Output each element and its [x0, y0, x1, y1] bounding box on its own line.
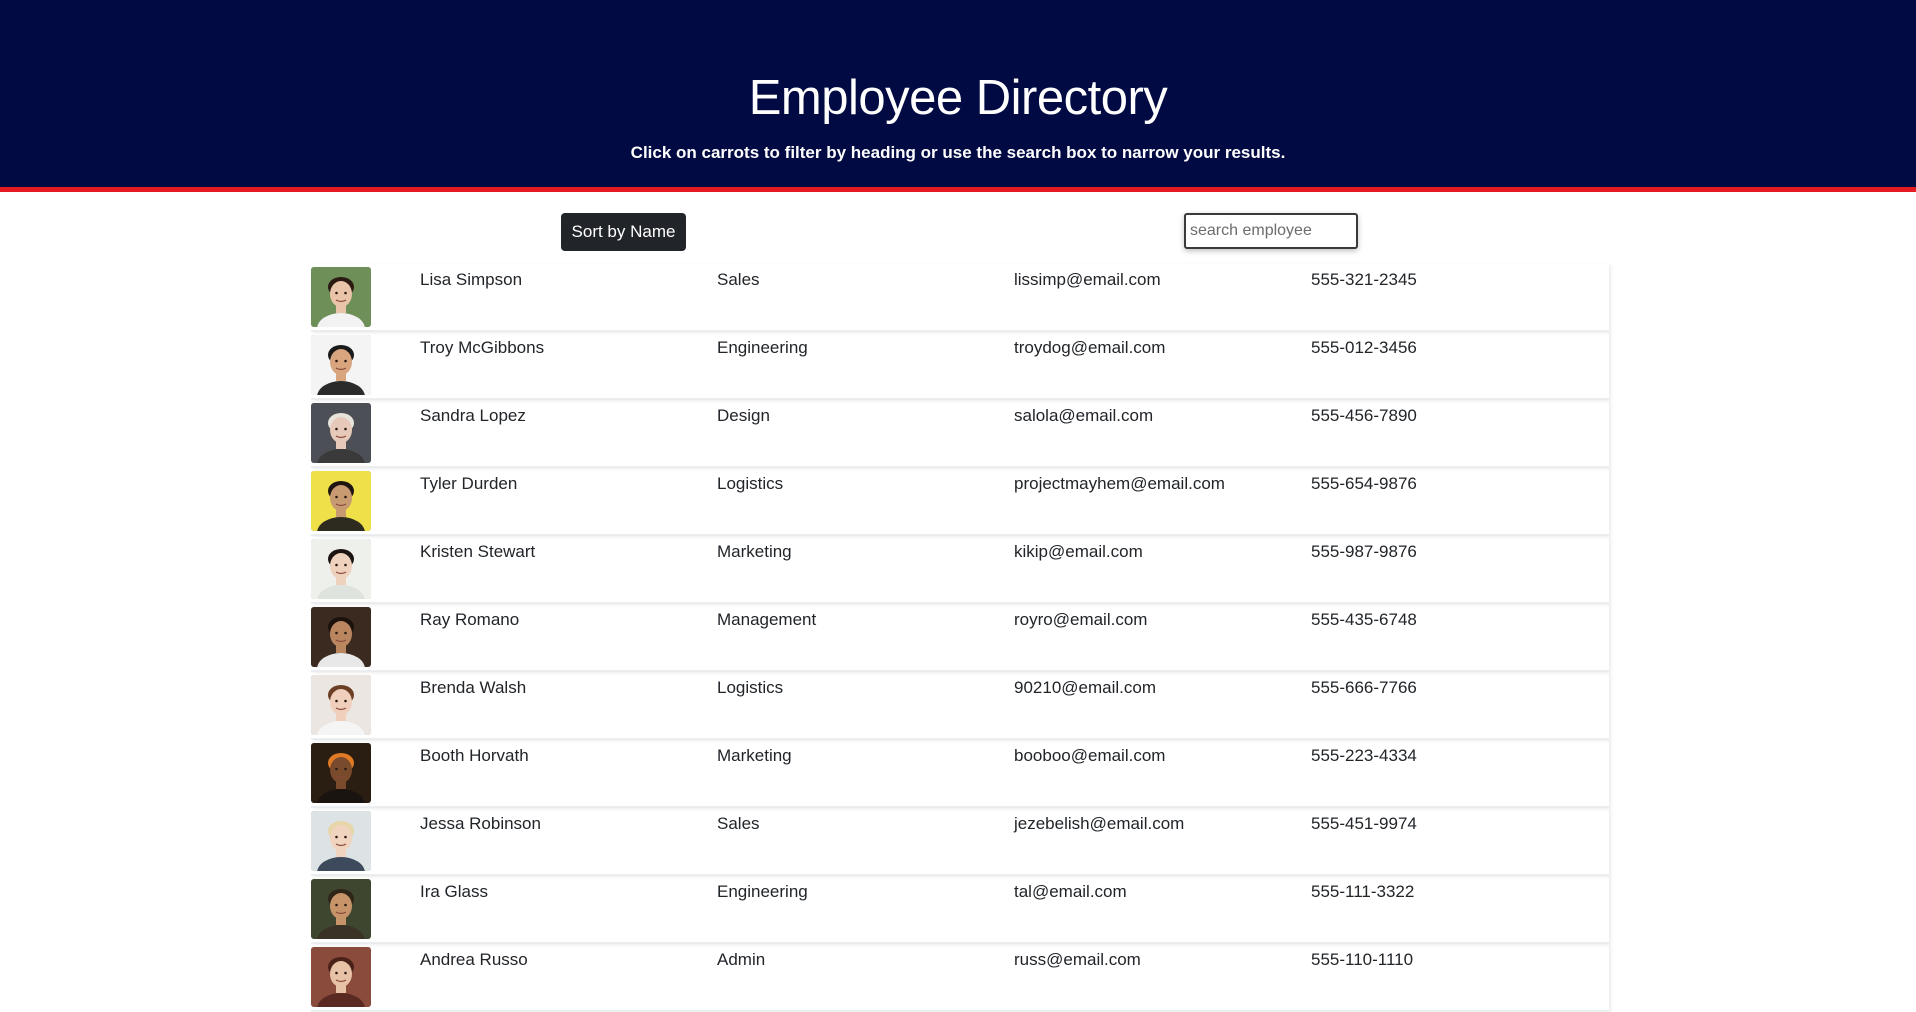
employee-phone: 555-987-9876	[1311, 542, 1417, 561]
employee-avatar	[311, 743, 371, 803]
employee-name: Tyler Durden	[420, 474, 518, 493]
employee-name: Ira Glass	[420, 882, 489, 901]
employee-department: Engineering	[717, 882, 808, 901]
employee-phone: 555-110-1110	[1311, 950, 1414, 969]
employee-phone: 555-666-7766	[1311, 678, 1417, 697]
employee-phone: 555-456-7890	[1311, 406, 1417, 425]
employee-email: salola@email.com	[1014, 406, 1154, 425]
employee-avatar	[311, 879, 371, 939]
employee-avatar	[311, 267, 371, 327]
employee-name: Sandra Lopez	[420, 406, 526, 425]
employee-name: Kristen Stewart	[420, 542, 536, 561]
employee-email: booboo@email.com	[1014, 746, 1166, 765]
employee-phone: 555-321-2345	[1311, 270, 1417, 289]
employee-email: troydog@email.com	[1014, 338, 1166, 357]
employee-avatar	[311, 539, 371, 599]
employee-email: projectmayhem@email.com	[1014, 474, 1225, 493]
employee-row: Brenda Walsh Logistics 90210@email.com 555-…	[311, 672, 1609, 740]
employee-row: Ray Romano Management royro@email.com 555-4…	[311, 604, 1609, 672]
employee-row: Tyler Durden Logistics projectmayhem@email…	[311, 468, 1609, 536]
employee-phone: 555-012-3456	[1311, 338, 1417, 357]
employee-row: Kristen Stewart Marketing kikip@email.com 5…	[311, 536, 1609, 604]
page-header: Employee Directory Click on carrots to f…	[0, 0, 1916, 192]
employee-department: Engineering	[717, 338, 808, 357]
employee-row: Ira Glass Engineering tal@email.com 555-111…	[311, 876, 1609, 944]
employee-avatar	[311, 811, 371, 871]
employee-avatar	[311, 403, 371, 463]
employee-name: Brenda Walsh	[420, 678, 527, 697]
employee-row: Troy McGibbons Engineering troydog@email.c…	[311, 332, 1609, 400]
employee-department: Logistics	[717, 474, 784, 493]
employee-avatar	[311, 675, 371, 735]
employee-name: Andrea Russo	[420, 950, 528, 969]
employee-department: Sales	[717, 814, 760, 833]
employee-phone: 555-111-3322	[1311, 882, 1415, 901]
employee-phone: 555-451-9974	[1311, 814, 1417, 833]
employee-department: Management	[717, 610, 817, 629]
employee-row: Jessa Robinson Sales jezebelish@email.com 5…	[311, 808, 1609, 876]
employee-avatar	[311, 335, 371, 395]
employee-name: Ray Romano	[420, 610, 520, 629]
employee-phone: 555-435-6748	[1311, 610, 1417, 629]
employee-name: Lisa Simpson	[420, 270, 523, 289]
employee-avatar	[311, 471, 371, 531]
employee-department: Admin	[717, 950, 766, 969]
employee-email: lissimp@email.com	[1014, 270, 1161, 289]
employee-department: Logistics	[717, 678, 784, 697]
employee-row: Booth Horvath Marketing booboo@email.com 55…	[311, 740, 1609, 808]
employee-name: Jessa Robinson	[420, 814, 541, 833]
employee-list: Lisa Simpson Sales lissimp@email.com 555-32…	[311, 264, 1609, 1012]
employee-email: tal@email.com	[1014, 882, 1127, 901]
employee-department: Marketing	[717, 542, 792, 561]
employee-name: Troy McGibbons	[420, 338, 545, 357]
employee-email: kikip@email.com	[1014, 542, 1143, 561]
employee-phone: 555-654-9876	[1311, 474, 1417, 493]
employee-department: Design	[717, 406, 770, 425]
employee-avatar	[311, 947, 371, 1007]
employee-avatar	[311, 607, 371, 667]
page-title: Employee Directory	[748, 71, 1168, 125]
employee-row: Sandra Lopez Design salola@email.com 555-45…	[311, 400, 1609, 468]
employee-department: Sales	[717, 270, 760, 289]
page-subtitle: Click on carrots to filter by heading or…	[630, 143, 1286, 162]
sort-by-name-button[interactable]: Sort by Name	[561, 213, 686, 251]
employee-email: 90210@email.com	[1014, 678, 1156, 697]
employee-name: Booth Horvath	[420, 746, 529, 765]
employee-row: Andrea Russo Admin russ@email.com 555-110-1…	[311, 944, 1609, 1012]
employee-email: russ@email.com	[1014, 950, 1141, 969]
employee-email: royro@email.com	[1014, 610, 1148, 629]
search-input[interactable]	[1184, 213, 1358, 249]
employee-email: jezebelish@email.com	[1014, 814, 1185, 833]
employee-department: Marketing	[717, 746, 792, 765]
employee-phone: 555-223-4334	[1311, 746, 1417, 765]
employee-row: Lisa Simpson Sales lissimp@email.com 555-32…	[311, 264, 1609, 332]
